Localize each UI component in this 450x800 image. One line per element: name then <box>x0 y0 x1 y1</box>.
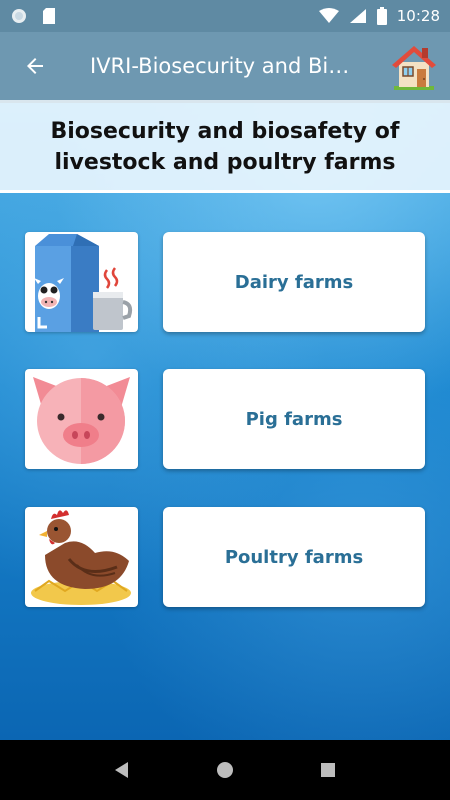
poultry-farms-label: Poultry farms <box>224 546 364 568</box>
list-item-poultry: Poultry farms <box>25 507 425 607</box>
status-right: 10:28 <box>318 7 440 25</box>
nav-back-icon <box>114 762 128 778</box>
content-area: Biosecurity and biosafety of livestock a… <box>0 100 450 740</box>
dairy-thumbnail[interactable] <box>25 232 138 332</box>
dairy-farms-label: Dairy farms <box>234 271 354 293</box>
nav-recents-icon <box>321 763 336 777</box>
poultry-farms-button[interactable]: Poultry farms <box>163 507 425 607</box>
circle-notification-icon <box>12 9 26 23</box>
wifi-icon <box>318 8 339 23</box>
status-time: 10:28 <box>396 7 440 25</box>
back-button[interactable] <box>0 32 70 100</box>
dairy-farms-button[interactable]: Dairy farms <box>163 232 425 332</box>
heading-band: Biosecurity and biosafety of livestock a… <box>0 100 450 193</box>
list-item-pig: Pig farms <box>25 369 425 469</box>
milk-carton-cow-icon <box>34 234 133 332</box>
status-bar: 10:28 <box>0 0 450 32</box>
status-left <box>10 7 56 25</box>
pig-thumbnail[interactable] <box>25 369 138 469</box>
signal-icon <box>349 9 366 23</box>
battery-icon <box>376 7 387 25</box>
poultry-thumbnail[interactable] <box>25 507 138 607</box>
nav-home-icon <box>216 762 233 778</box>
page-heading: Biosecurity and biosafety of livestock a… <box>50 118 400 175</box>
app-bar: IVRI-Biosecurity and Bi… <box>0 32 450 100</box>
hen-icon <box>31 510 131 605</box>
pig-face-icon <box>33 377 130 464</box>
pig-farms-label: Pig farms <box>245 408 343 430</box>
nav-back-button[interactable] <box>102 750 142 790</box>
pig-farms-button[interactable]: Pig farms <box>163 369 425 469</box>
home-icon <box>392 46 436 90</box>
sd-card-icon <box>43 8 55 24</box>
nav-recents-button[interactable] <box>308 750 348 790</box>
nav-home-button[interactable] <box>205 750 245 790</box>
home-button[interactable] <box>388 40 440 92</box>
app-title: IVRI-Biosecurity and Bi… <box>90 54 350 78</box>
system-nav-bar <box>0 740 450 800</box>
arrow-left-icon <box>27 58 43 74</box>
list-item-dairy: Dairy farms <box>25 232 425 332</box>
